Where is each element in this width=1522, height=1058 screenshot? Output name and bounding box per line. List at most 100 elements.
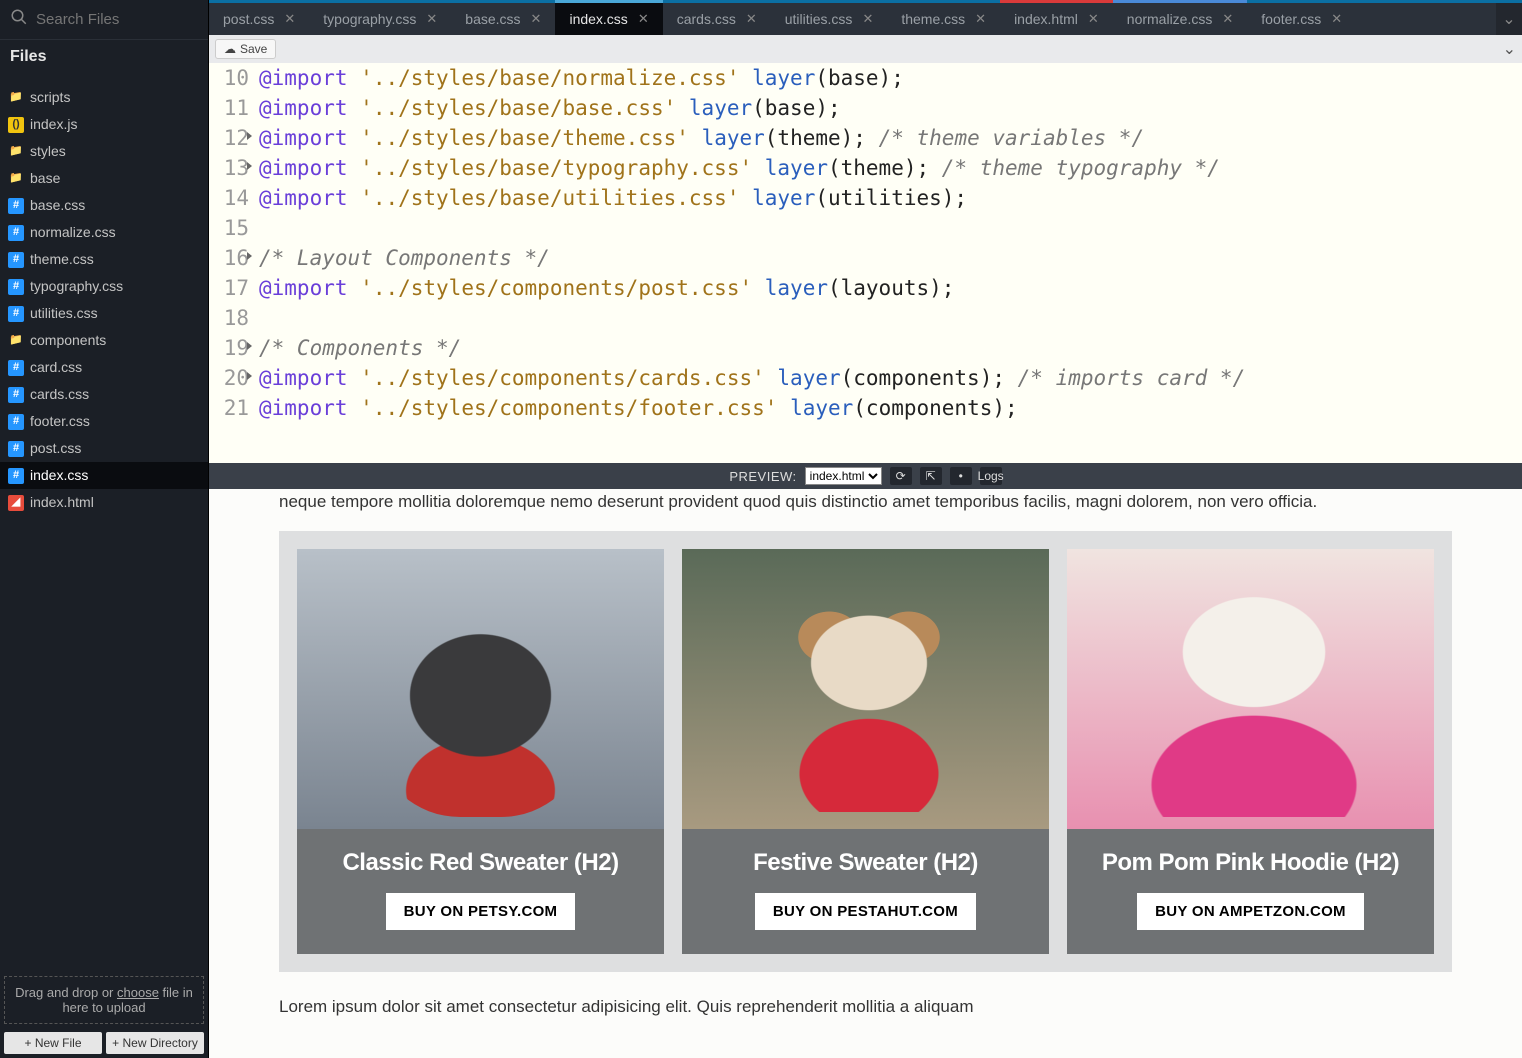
css-icon: # [8,414,24,430]
choose-link[interactable]: choose [117,985,159,1000]
preview-pane[interactable]: neque tempore mollitia doloremque nemo d… [209,489,1522,1058]
save-label: Save [240,42,267,56]
search-row [0,0,208,40]
code-editor[interactable]: 101112131415161718192021 @import '../sty… [209,63,1522,463]
save-button[interactable]: ☁ Save [215,39,276,59]
refresh-icon[interactable]: ⟳ [890,467,912,485]
tree-item[interactable]: 📁 components [0,327,208,354]
drop-text: Drag and drop or [15,985,117,1000]
editor-tab[interactable]: normalize.css✕ [1113,3,1248,35]
editor-tab[interactable]: typography.css ✕ [309,3,451,35]
editor-tab[interactable]: index.html ✕ [1000,3,1113,35]
tree-item[interactable]: # theme.css [0,246,208,273]
tree-item-label: normalize.css [30,222,116,243]
file-tree: 📁scripts()index.js📁styles📁base#base.css#… [0,74,208,972]
tree-item[interactable]: ()index.js [0,111,208,138]
tree-item[interactable]: #post.css [0,435,208,462]
tree-item[interactable]: #cards.css [0,381,208,408]
html-icon: ◢ [8,495,24,511]
tree-item-label: cards.css [30,384,89,405]
tree-item[interactable]: #base.css [0,192,208,219]
editor-tab[interactable]: theme.css ✕ [887,3,1000,35]
editor-tab[interactable]: cards.css ✕ [663,3,771,35]
close-icon[interactable]: ✕ [426,11,437,27]
tree-item-label: scripts [30,87,70,108]
cloud-icon: ☁ [224,42,236,56]
folder-icon: 📁 [8,333,24,349]
chevron-down-icon[interactable]: ⌄ [1503,39,1516,59]
close-icon[interactable]: ✕ [284,11,295,27]
buy-button[interactable]: BUY ON PESTAHUT.COM [755,893,976,930]
close-icon[interactable]: ✕ [975,11,986,27]
css-icon: # [8,252,24,268]
preview-file-select[interactable]: index.html [805,467,882,485]
tree-item-label: utilities.css [30,303,98,324]
line-gutter: 101112131415161718192021 [209,63,259,463]
tab-label: index.css [569,11,627,27]
tab-label: footer.css [1261,11,1321,27]
dot-icon[interactable]: • [950,467,972,485]
new-directory-button[interactable]: + New Directory [106,1032,204,1054]
tab-label: utilities.css [785,11,853,27]
tree-item-label: theme.css [30,249,94,270]
css-icon: # [8,198,24,214]
tree-item-label: styles [30,141,66,162]
folder-icon: 📁 [8,90,24,106]
card-title: Classic Red Sweater (H2) [342,849,618,877]
card-title: Festive Sweater (H2) [753,849,978,877]
tree-item[interactable]: ◢index.html [0,489,208,516]
close-icon[interactable]: ✕ [638,11,649,27]
close-icon[interactable]: ✕ [746,11,757,27]
search-input[interactable] [36,11,235,28]
tab-label: theme.css [901,11,965,27]
tree-item-label: index.css [30,465,88,486]
css-icon: # [8,306,24,322]
editor-tab[interactable]: index.css ✕ [555,3,662,35]
tree-item[interactable]: # card.css [0,354,208,381]
close-icon[interactable]: ✕ [862,11,873,27]
files-header: Files [0,40,208,74]
tab-bar: post.css✕typography.css✕base.css✕index.c… [209,0,1522,35]
tree-item[interactable]: #normalize.css [0,219,208,246]
close-icon[interactable]: ✕ [1088,11,1099,27]
editor-tab[interactable]: footer.css ✕ [1247,3,1356,35]
close-icon[interactable]: ✕ [1222,11,1233,27]
cards-container: Classic Red Sweater (H2) BUY ON PETSY.CO… [279,531,1452,972]
buy-button[interactable]: BUY ON AMPETZON.COM [1137,893,1364,930]
tree-item[interactable]: #footer.css [0,408,208,435]
tree-item-label: index.js [30,114,77,135]
tree-item-label: card.css [30,357,82,378]
logs-button[interactable]: Logs [980,467,1002,485]
editor-tab[interactable]: base.css✕ [451,3,555,35]
tree-item[interactable]: #index.css [0,462,208,489]
editor-tab[interactable]: post.css✕ [209,3,309,35]
code-area[interactable]: @import '../styles/base/normalize.css' l… [259,63,1245,463]
search-icon [10,8,28,31]
new-file-button[interactable]: + New File [4,1032,102,1054]
css-icon: # [8,360,24,376]
tree-item-label: typography.css [30,276,123,297]
product-card: Classic Red Sweater (H2) BUY ON PETSY.CO… [297,549,664,954]
tree-item[interactable]: 📁 scripts [0,84,208,111]
editor-tab[interactable]: utilities.css ✕ [771,3,888,35]
preview-bar: PREVIEW: index.html ⟳ ⇱ • Logs [209,463,1522,489]
product-card: Pom Pom Pink Hoodie (H2) BUY ON AMPETZON… [1067,549,1434,954]
css-icon: # [8,279,24,295]
popout-icon[interactable]: ⇱ [920,467,942,485]
tab-label: cards.css [677,11,736,27]
tree-item-label: components [30,330,106,351]
tree-item[interactable]: # utilities.css [0,300,208,327]
css-icon: # [8,441,24,457]
tree-item[interactable]: 📁base [0,165,208,192]
tab-label: index.html [1014,11,1078,27]
card-image [1067,549,1434,829]
close-icon[interactable]: ✕ [1331,11,1342,27]
close-icon[interactable]: ✕ [531,11,542,27]
tree-item[interactable]: 📁styles [0,138,208,165]
tree-item[interactable]: # typography.css [0,273,208,300]
chevron-down-icon[interactable]: ⌄ [1496,3,1522,35]
buy-button[interactable]: BUY ON PETSY.COM [386,893,576,930]
tab-label: typography.css [323,11,416,27]
drop-area[interactable]: Drag and drop or choose file in here to … [4,976,204,1024]
main: post.css✕typography.css✕base.css✕index.c… [209,0,1522,1058]
